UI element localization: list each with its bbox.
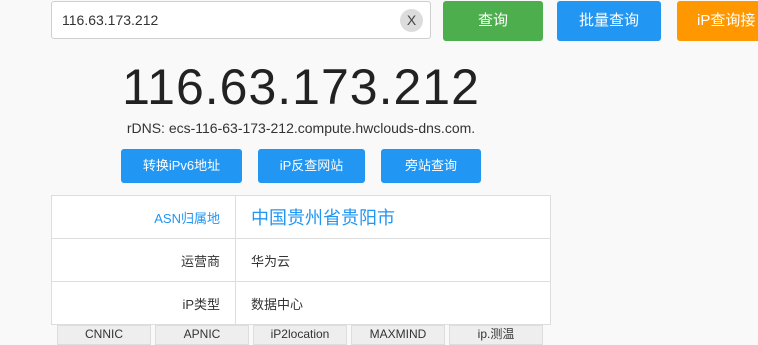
ip-info-table: ASN归属地 中国贵州省贵阳市 运营商 华为云 iP类型 数据中心	[51, 195, 551, 325]
table-row: iP类型 数据中心	[51, 281, 551, 325]
isp-value: 华为云	[235, 238, 551, 282]
asn-location-value: 中国贵州省贵阳市	[235, 195, 551, 239]
table-row: ASN归属地 中国贵州省贵阳市	[51, 195, 551, 239]
batch-query-button[interactable]: 批量查询	[557, 1, 661, 41]
tab-apnic[interactable]: APNIC	[155, 325, 249, 345]
ip-address-title: 116.63.173.212	[122, 59, 480, 115]
tab-ip2location[interactable]: iP2location	[253, 325, 347, 345]
isp-label: 运营商	[51, 238, 236, 282]
query-button[interactable]: 查询	[443, 1, 543, 41]
table-row: 运营商 华为云	[51, 238, 551, 282]
tab-cnnic[interactable]: CNNIC	[57, 325, 151, 345]
search-box: X	[51, 1, 431, 39]
ip-reverse-lookup-button[interactable]: iP反查网站	[258, 149, 365, 183]
ip-type-label: iP类型	[51, 281, 236, 325]
convert-ipv6-button[interactable]: 转换iPv6地址	[121, 149, 242, 183]
ip-api-button[interactable]: iP查询接	[677, 1, 758, 41]
ip-search-input[interactable]	[52, 2, 392, 38]
ip-type-value: 数据中心	[235, 281, 551, 325]
sibling-sites-button[interactable]: 旁站查询	[381, 149, 481, 183]
data-source-tabs: CNNIC APNIC iP2location MAXMIND ip.测温	[51, 322, 551, 345]
tab-ip-measure[interactable]: ip.测温	[449, 325, 543, 345]
tab-maxmind[interactable]: MAXMIND	[351, 325, 445, 345]
clear-search-button[interactable]: X	[400, 9, 423, 32]
asn-location-label: ASN归属地	[51, 195, 236, 239]
rdns-text: rDNS: ecs-116-63-173-212.compute.hwcloud…	[126, 120, 476, 136]
